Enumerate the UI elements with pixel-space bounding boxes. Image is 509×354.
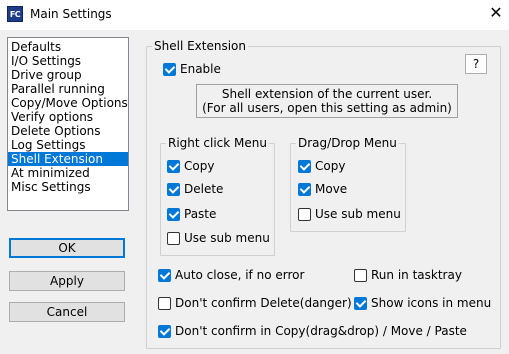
- sidebar-item[interactable]: Delete Options: [8, 124, 128, 138]
- rc-delete-label: Delete: [184, 182, 224, 196]
- dont-confirm-copy-label: Don't confirm in Copy(drag&drop) / Move …: [175, 324, 467, 338]
- settings-category-list[interactable]: Defaults I/O Settings Drive group Parallel …: [7, 37, 129, 211]
- sidebar-item[interactable]: Parallel running: [8, 82, 128, 96]
- show-icons-in-menu-checkbox[interactable]: Show icons in menu: [354, 296, 491, 310]
- app-icon: FC: [7, 6, 23, 22]
- dd-move-label: Move: [315, 182, 348, 196]
- dd-move-check-icon: [298, 182, 311, 196]
- sidebar-item[interactable]: Copy/Move Options: [8, 96, 128, 110]
- sidebar-item[interactable]: Log Settings: [8, 138, 128, 152]
- sidebar-item[interactable]: Verify options: [8, 110, 128, 124]
- dd-copy-checkbox[interactable]: Copy: [298, 159, 345, 173]
- auto-close-label: Auto close, if no error: [175, 268, 305, 282]
- rc-use-sub-menu-check-icon: [167, 231, 180, 245]
- sidebar-item[interactable]: Misc Settings: [8, 180, 128, 194]
- dd-move-checkbox[interactable]: Move: [298, 182, 347, 196]
- info-line-1: Shell extension of the current user.: [221, 87, 433, 101]
- dd-use-sub-menu-checkbox[interactable]: Use sub menu: [298, 207, 401, 221]
- rc-copy-checkbox[interactable]: Copy: [167, 159, 214, 173]
- sidebar-item[interactable]: I/O Settings: [8, 54, 128, 68]
- rc-paste-check-icon: [167, 207, 180, 221]
- dd-copy-check-icon: [298, 159, 311, 173]
- dont-confirm-delete-checkbox[interactable]: Don't confirm Delete(danger): [158, 296, 352, 310]
- show-icons-in-menu-label: Show icons in menu: [371, 296, 492, 310]
- enable-label: Enable: [180, 62, 221, 76]
- help-button[interactable]: ?: [465, 54, 487, 74]
- right-click-menu-group-label: Right click Menu: [166, 136, 269, 150]
- dont-confirm-copy-checkbox[interactable]: Don't confirm in Copy(drag&drop) / Move …: [158, 324, 467, 338]
- dont-confirm-delete-check-icon: [158, 296, 171, 310]
- info-line-2: (For all users, open this setting as adm…: [202, 101, 452, 115]
- dont-confirm-delete-label: Don't confirm Delete(danger): [175, 296, 352, 310]
- drag-drop-menu-group-label: Drag/Drop Menu: [296, 136, 399, 150]
- shell-extension-group-label: Shell Extension: [152, 39, 248, 53]
- show-icons-in-menu-check-icon: [354, 296, 367, 310]
- rc-paste-checkbox[interactable]: Paste: [167, 207, 216, 221]
- run-in-tasktray-checkbox[interactable]: Run in tasktray: [354, 268, 462, 282]
- auto-close-checkbox[interactable]: Auto close, if no error: [158, 268, 304, 282]
- dd-use-sub-menu-label: Use sub menu: [315, 207, 401, 221]
- close-icon[interactable]: ✕: [488, 3, 504, 23]
- ok-button[interactable]: OK: [9, 238, 125, 258]
- sidebar-item[interactable]: At minimized: [8, 166, 128, 180]
- rc-copy-label: Copy: [184, 159, 215, 173]
- rc-delete-check-icon: [167, 182, 180, 196]
- sidebar-item[interactable]: Defaults: [8, 40, 128, 54]
- cancel-button[interactable]: Cancel: [9, 302, 125, 322]
- enable-checkbox[interactable]: Enable: [163, 62, 221, 76]
- sidebar-item[interactable]: Shell Extension: [8, 152, 128, 166]
- info-text-box: Shell extension of the current user. (Fo…: [196, 84, 458, 118]
- dd-copy-label: Copy: [315, 159, 346, 173]
- rc-paste-label: Paste: [184, 207, 217, 221]
- rc-use-sub-menu-checkbox[interactable]: Use sub menu: [167, 231, 270, 245]
- run-in-tasktray-label: Run in tasktray: [371, 268, 462, 282]
- run-in-tasktray-check-icon: [354, 268, 367, 282]
- rc-copy-check-icon: [167, 159, 180, 173]
- sidebar-item[interactable]: Drive group: [8, 68, 128, 82]
- rc-delete-checkbox[interactable]: Delete: [167, 182, 223, 196]
- dd-use-sub-menu-check-icon: [298, 207, 311, 221]
- rc-use-sub-menu-label: Use sub menu: [184, 231, 270, 245]
- enable-check-icon: [163, 62, 176, 76]
- window-title: Main Settings: [30, 7, 112, 21]
- dont-confirm-copy-check-icon: [158, 324, 171, 338]
- apply-button[interactable]: Apply: [9, 271, 125, 291]
- auto-close-check-icon: [158, 268, 171, 282]
